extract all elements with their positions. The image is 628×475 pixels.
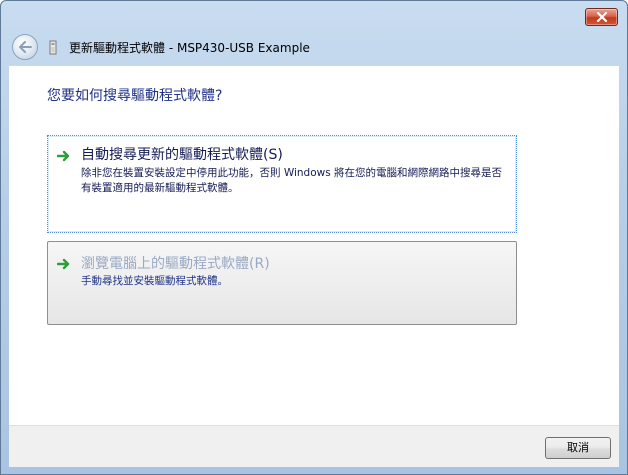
back-arrow-icon — [19, 41, 32, 53]
wizard-device-icon — [49, 40, 57, 55]
browse-computer-description: 手動尋找並安裝驅動程式軟體。 — [81, 275, 228, 287]
auto-search-option[interactable]: 自動搜尋更新的驅動程式軟體(S) 除非您在裝置安裝設定中停用此功能，否則 Win… — [47, 135, 517, 233]
auto-search-title: 自動搜尋更新的驅動程式軟體(S) — [81, 147, 283, 163]
auto-search-description: 除非您在裝置安裝設定中停用此功能，否則 Windows 將在您的電腦和網際網路中… — [81, 167, 503, 194]
green-arrow-icon — [57, 150, 70, 162]
page-heading: 您要如何搜尋驅動程式軟體? — [47, 88, 223, 104]
navigation-bar: 更新驅動程式軟體 - MSP430-USB Example — [9, 31, 619, 65]
close-icon — [596, 12, 607, 22]
green-arrow-icon — [57, 258, 70, 270]
content-panel: 您要如何搜尋驅動程式軟體? 自動搜尋更新的驅動程式軟體(S) 除非您在裝置安裝設… — [9, 65, 619, 426]
title-bar — [1, 1, 627, 31]
cancel-button[interactable]: 取消 — [545, 437, 611, 459]
browse-computer-title: 瀏覽電腦上的驅動程式軟體(R) — [81, 256, 270, 272]
close-button[interactable] — [585, 8, 618, 26]
browse-computer-option[interactable]: 瀏覽電腦上的驅動程式軟體(R) 手動尋找並安裝驅動程式軟體。 — [47, 241, 517, 325]
driver-update-window: 更新驅動程式軟體 - MSP430-USB Example 您要如何搜尋驅動程式… — [0, 0, 628, 475]
window-title: 更新驅動程式軟體 - MSP430-USB Example — [69, 41, 310, 55]
back-button[interactable] — [12, 34, 38, 60]
command-area: 取消 — [9, 425, 619, 467]
